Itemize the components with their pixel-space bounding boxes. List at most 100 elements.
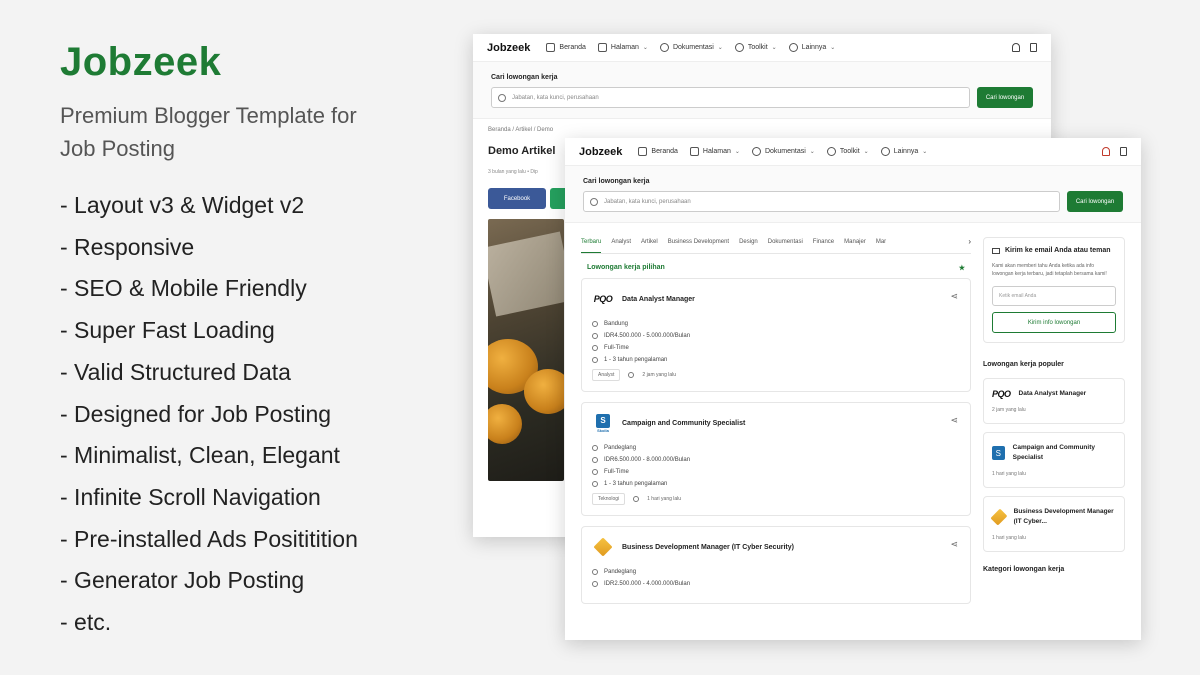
job-time: 1 hari yang lalu [647,496,682,502]
job-type: Full-Time [604,469,629,475]
email-field[interactable]: Ketik email Anda [992,286,1116,306]
popular-item-time: 1 hari yang lalu [992,535,1026,541]
popular-item[interactable]: PQO Data Analyst Manager 2 jam yang lalu [983,378,1125,424]
popular-item[interactable]: Business Development Manager (IT Cyber..… [983,496,1125,552]
bell-icon[interactable] [1012,43,1020,52]
nav-item-halaman[interactable]: Halaman ⌄ [597,43,648,52]
job-location: Bandung [604,321,629,327]
bookmark-icon[interactable] [1030,43,1037,52]
layout-icon [597,43,607,52]
search-title: Cari lowongan kerja [491,74,558,81]
facebook-share-button[interactable]: Facebook [488,188,546,209]
nav-label: Beranda [559,44,586,51]
popular-item[interactable]: S Campaign and Community Specialist 1 har… [983,432,1125,488]
job-list-column: Terbaru Analyst Artikel Business Develop… [581,237,971,614]
tab-dokumentasi[interactable]: Dokumentasi [768,239,803,245]
search-button[interactable]: Cari lowongan [1067,191,1123,212]
job-title[interactable]: Campaign and Community Specialist [622,420,745,427]
company-logo: PQO [992,389,1011,399]
briefcase-icon [592,481,598,487]
nav-label: Halaman [610,44,639,51]
tab-terbaru[interactable]: Terbaru [581,239,602,253]
chevron-down-icon: ⌄ [922,149,928,155]
nav-item-toolkit[interactable]: Toolkit ⌄ [826,147,869,156]
nav-item-halaman[interactable]: Halaman ⌄ [689,147,740,156]
nav-logo[interactable]: Jobzeek [579,146,622,158]
search-input[interactable]: Jabatan, kata kunci, perusahaan [583,191,1060,212]
search-button[interactable]: Cari lowongan [977,87,1033,108]
share-icon[interactable]: ⋖ [950,539,958,550]
feature-item: - SEO & Mobile Friendly [60,275,307,302]
star-icon: ★ [958,265,965,272]
search-title: Cari lowongan kerja [583,178,650,185]
chevron-down-icon: ⌄ [771,45,777,51]
nav-item-beranda[interactable]: Beranda [546,43,586,52]
tab-artikel[interactable]: Artikel [641,239,658,245]
company-logo: S [992,446,1005,460]
breadcrumb[interactable]: Beranda / Artikel / Demo [488,127,1036,133]
job-location: Pandeglang [604,569,637,575]
company-logo: S Skolla [592,413,614,433]
layout-icon [689,147,699,156]
job-card[interactable]: S Skolla Campaign and Community Speciali… [581,402,971,516]
nav-item-lainnya[interactable]: Lainnya ⌄ [880,147,928,156]
subscribe-text: Kami akan memberi tahu Anda ketika ada i… [992,263,1107,277]
feature-item: - Generator Job Posting [60,567,305,594]
job-tag[interactable]: Analyst [592,369,621,381]
promo-panel: Jobzeek Premium Blogger Template for Job… [60,40,420,644]
location-icon [592,569,598,575]
job-salary: IDR4.500.000 - 5.000.000/Bulan [604,333,691,339]
chevron-right-icon[interactable]: › [968,237,971,246]
chevron-down-icon: ⌄ [734,149,740,155]
tab-design[interactable]: Design [739,239,758,245]
nav-item-dokumentasi[interactable]: Dokumentasi ⌄ [751,147,815,156]
search-input[interactable]: Jabatan, kata kunci, perusahaan [491,87,970,108]
subscribe-button[interactable]: Kirim info lowongan [992,312,1116,333]
tab-mar[interactable]: Mar [876,239,886,245]
tab-analyst[interactable]: Analyst [611,239,631,245]
chevron-down-icon: ⌄ [717,45,723,51]
feature-item: - Valid Structured Data [60,358,291,385]
job-tag[interactable]: Teknologi [592,493,626,505]
job-experience: 1 - 3 tahun pengalaman [604,481,668,487]
nav-item-dokumentasi[interactable]: Dokumentasi ⌄ [659,43,723,52]
search-placeholder: Jabatan, kata kunci, perusahaan [604,198,691,205]
clock-icon [633,496,640,502]
bell-icon[interactable] [1102,147,1110,156]
bookmark-icon[interactable] [1120,147,1127,156]
nav-item-toolkit[interactable]: Toolkit ⌄ [734,43,777,52]
nav-logo[interactable]: Jobzeek [487,42,530,54]
nav-label: Dokumentasi [672,44,714,51]
article-image [488,219,564,481]
categories-title: Kategori lowongan kerja [983,566,1065,573]
popular-item-title: Data Analyst Manager [1018,390,1087,397]
clock-icon [628,372,635,378]
feature-item: - Super Fast Loading [60,317,275,344]
share-icon[interactable]: ⋖ [950,415,958,426]
share-icon[interactable]: ⋖ [950,291,958,302]
tagline: Premium Blogger Template for Job Posting [60,103,357,161]
nav-item-lainnya[interactable]: Lainnya ⌄ [788,43,835,52]
job-card[interactable]: PQO Data Analyst Manager ⋖ Bandung IDR4.… [581,278,971,392]
brand-title: Jobzeek [60,40,222,84]
category-tabs: Terbaru Analyst Artikel Business Develop… [581,237,971,254]
tab-finance[interactable]: Finance [813,239,834,245]
nav-label: Lainnya [893,148,919,155]
nav-item-beranda[interactable]: Beranda [638,147,678,156]
search-icon [590,197,598,206]
location-icon [592,445,598,451]
feature-list: - Layout v3 & Widget v2 - Responsive - S… [60,185,420,644]
job-listing-screenshot: Jobzeek Beranda Halaman ⌄ Dokumentasi ⌄ To… [565,138,1141,640]
tab-business-development[interactable]: Business Development [668,239,729,245]
chevron-down-icon: ⌄ [809,149,815,155]
chevron-down-icon: ⌄ [863,149,869,155]
job-title[interactable]: Data Analyst Manager [622,296,695,303]
subscribe-title: Kirim ke email Anda atau teman [1005,247,1111,254]
tab-manajer[interactable]: Manajer [844,239,866,245]
job-card[interactable]: Business Development Manager (IT Cyber S… [581,526,971,604]
feature-item: - Infinite Scroll Navigation [60,483,321,510]
feature-item: - Responsive [60,233,195,260]
job-title[interactable]: Business Development Manager (IT Cyber S… [622,544,794,551]
search-placeholder: Jabatan, kata kunci, perusahaan [512,94,599,101]
feature-item: - Layout v3 & Widget v2 [60,192,305,218]
